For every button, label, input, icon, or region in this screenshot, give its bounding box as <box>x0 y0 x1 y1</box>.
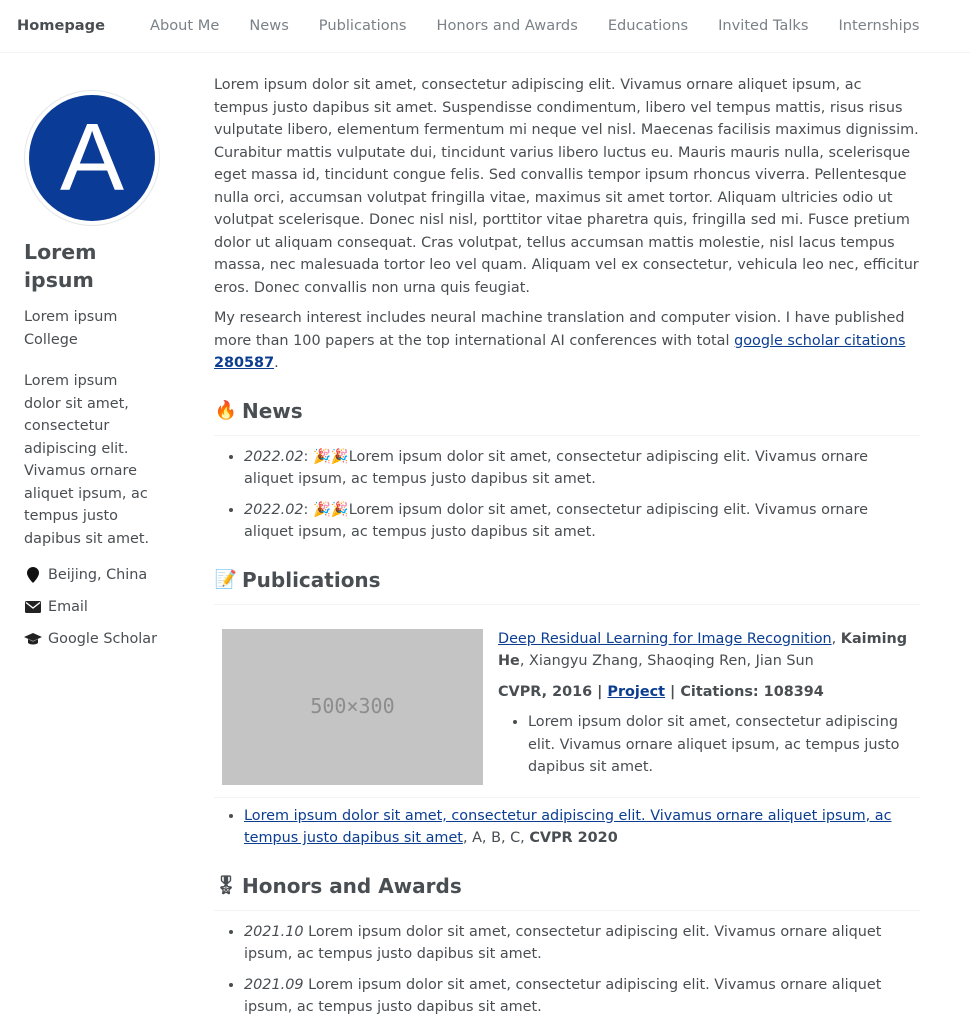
masthead: Homepage About Me News Publications Hono… <box>0 0 970 53</box>
paper-venue-line: CVPR, 2016 | Project | Citations: 108394 <box>498 681 918 704</box>
paper-title-link[interactable]: Deep Residual Learning for Image Recogni… <box>498 631 832 647</box>
avatar-frame: A <box>24 90 160 226</box>
period: . <box>274 355 279 371</box>
publication-venue: CVPR 2020 <box>529 830 618 846</box>
main-content: Lorem ipsum dolor sit amet, consectetur … <box>214 74 920 1027</box>
honors-list: 2021.10 Lorem ipsum dolor sit amet, cons… <box>214 921 920 1019</box>
homepage-link[interactable]: Homepage <box>17 15 105 38</box>
publication-list: Lorem ipsum dolor sit amet, consectetur … <box>214 805 920 850</box>
citations-link-label: google scholar citations <box>734 332 906 349</box>
nav-honors-and-awards[interactable]: Honors and Awards <box>437 15 578 38</box>
paper-project-link[interactable]: Project <box>607 684 665 700</box>
news-list: 2022.02: 🎉🎉Lorem ipsum dolor sit amet, c… <box>214 446 920 544</box>
publications-heading: 📝 Publications <box>214 557 920 605</box>
paper-citations-count: Citations: 108394 <box>680 683 824 700</box>
honor-text: Lorem ipsum dolor sit amet, consectetur … <box>244 976 882 1016</box>
news-item: 2022.02: 🎉🎉Lorem ipsum dolor sit amet, c… <box>244 446 920 491</box>
honor-text: Lorem ipsum dolor sit amet, consectetur … <box>244 923 882 963</box>
paper-venue: CVPR, 2016 <box>498 683 593 700</box>
paper-summary: Lorem ipsum dolor sit amet, consectetur … <box>528 711 918 779</box>
location-text: Beijing, China <box>48 566 148 583</box>
publications-title: Publications <box>242 567 381 592</box>
honors-title: Honors and Awards <box>242 873 462 898</box>
news-separator: : <box>303 448 313 465</box>
nav-publications[interactable]: Publications <box>319 15 407 38</box>
about-paragraph: Lorem ipsum dolor sit amet, consectetur … <box>214 77 919 296</box>
venue-separator: | <box>665 683 681 700</box>
author-name: Lorem ipsum <box>24 240 97 292</box>
honor-item: 2021.09 Lorem ipsum dolor sit amet, cons… <box>244 974 920 1019</box>
citations-count: 280587 <box>214 355 275 371</box>
paper-details: Deep Residual Learning for Image Recogni… <box>498 628 918 785</box>
author-sidebar: A Lorem ipsum Lorem ipsum College Lorem … <box>24 90 164 660</box>
nav-about-me[interactable]: About Me <box>150 15 219 38</box>
honor-date: 2021.09 <box>244 976 304 993</box>
honor-date: 2021.10 <box>244 923 304 940</box>
location-row: Beijing, China <box>24 564 164 586</box>
graduation-cap-icon <box>24 632 42 646</box>
top-nav: About Me News Publications Honors and Aw… <box>150 15 950 38</box>
publication-authors: , A, B, C, <box>462 830 530 846</box>
research-interest-paragraph: My research interest includes neural mac… <box>214 307 920 375</box>
paper-thumbnail-placeholder: 500×300 <box>222 628 483 785</box>
honor-item: 2021.10 Lorem ipsum dolor sit amet, cons… <box>244 921 920 966</box>
google-scholar-link[interactable]: Google Scholar <box>48 628 157 651</box>
avatar: A <box>29 95 155 221</box>
news-heading: 🔥 News <box>214 388 920 436</box>
email-link[interactable]: Email <box>48 596 88 619</box>
news-item: 2022.02: 🎉🎉Lorem ipsum dolor sit amet, c… <box>244 499 920 544</box>
map-marker-icon <box>24 567 42 583</box>
news-date: 2022.02 <box>244 501 304 518</box>
venue-separator: | <box>592 683 608 700</box>
news-date: 2022.02 <box>244 448 304 465</box>
news-title: News <box>242 398 303 423</box>
party-popper-icon: 🎉🎉 <box>312 448 349 465</box>
nav-invited-talks[interactable]: Invited Talks <box>718 15 808 38</box>
author-bio: Lorem ipsum dolor sit amet, consectetur … <box>24 373 150 547</box>
author-links: Beijing, China Email Google Scholar <box>24 564 164 650</box>
paper-summary-list: Lorem ipsum dolor sit amet, consectetur … <box>498 711 918 779</box>
featured-paper: 500×300 Deep Residual Learning for Image… <box>214 615 920 798</box>
envelope-icon <box>24 601 42 613</box>
nav-educations[interactable]: Educations <box>608 15 688 38</box>
nav-news[interactable]: News <box>249 15 288 38</box>
email-row[interactable]: Email <box>24 596 164 618</box>
medal-icon: 🎖 <box>214 874 238 896</box>
honors-heading: 🎖 Honors and Awards <box>214 863 920 911</box>
author-affiliation: Lorem ipsum College <box>24 309 118 348</box>
paper-other-authors: Xiangyu Zhang, Shaoqing Ren, Jian Sun <box>528 653 814 669</box>
google-scholar-row[interactable]: Google Scholar <box>24 628 164 650</box>
party-popper-icon: 🎉🎉 <box>312 501 349 518</box>
publication-item: Lorem ipsum dolor sit amet, consectetur … <box>244 805 920 850</box>
paper-citation: Deep Residual Learning for Image Recogni… <box>498 630 908 670</box>
news-separator: : <box>303 501 313 518</box>
fire-icon: 🔥 <box>214 399 238 421</box>
memo-icon: 📝 <box>214 568 238 590</box>
nav-internships[interactable]: Internships <box>838 15 919 38</box>
